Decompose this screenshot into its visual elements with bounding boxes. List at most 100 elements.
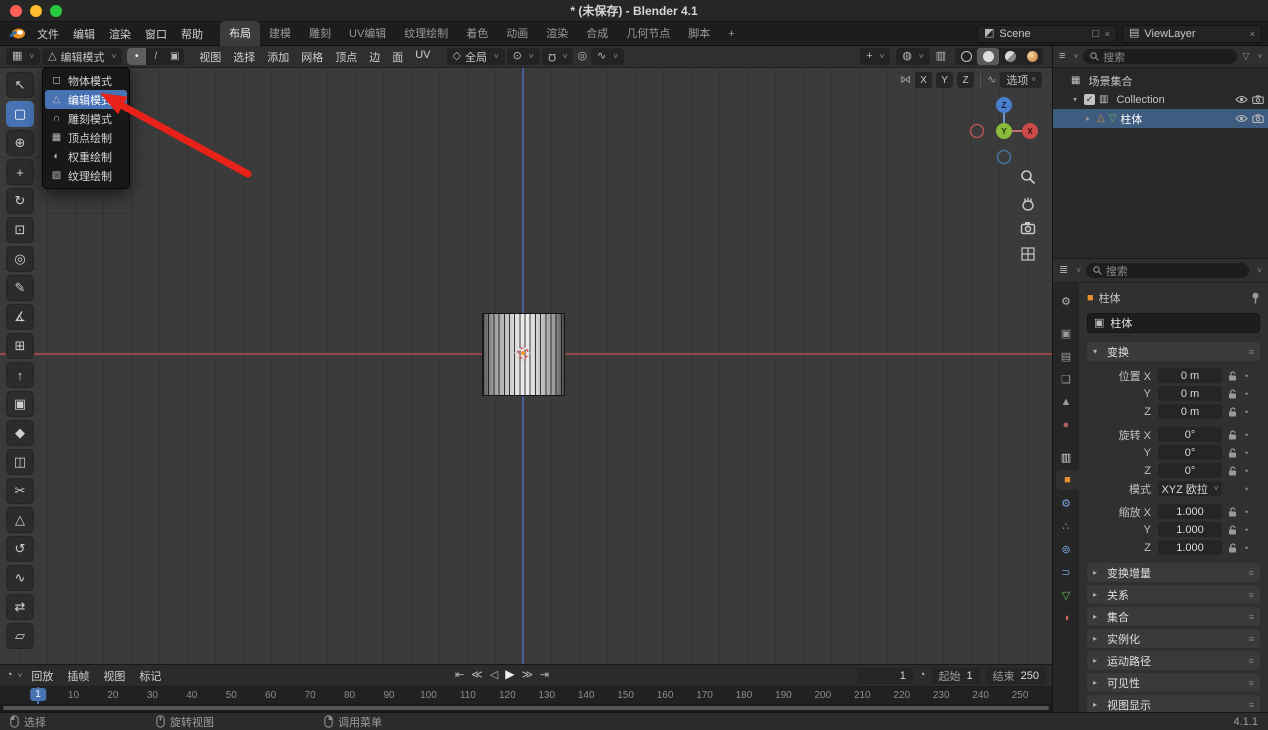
viewport-menu-item[interactable]: 网格 (295, 47, 329, 67)
properties-tab[interactable]: ● (1053, 415, 1079, 435)
lock-icon[interactable] (1228, 506, 1237, 517)
material-shading-button[interactable] (999, 48, 1021, 65)
mode-menu-item[interactable]: ∩ 雕刻模式 (43, 109, 129, 128)
collection-checkbox[interactable]: ✓ (1084, 94, 1095, 105)
viewport-canvas[interactable]: ↖ ▢ ⊕ + ↻ ⊡ ◎ ✎ ∡ ⊞ ↑ ▣ ◆ ◫ ✂ △ ↺ ∿ ⇄ ▱ ⋈ X Y Z ∿ 选项 ˅ Z (0, 68, 1052, 664)
panel-grip-icon[interactable]: ≡ (1249, 568, 1254, 578)
frame-end-field[interactable]: 结束 250 (985, 667, 1046, 684)
falloff-selector[interactable]: ∿ ˅ (591, 48, 624, 65)
tool-button[interactable]: △ (6, 507, 34, 533)
animate-decorator-icon[interactable]: • (1245, 371, 1248, 381)
animate-decorator-icon[interactable]: • (1245, 448, 1248, 458)
properties-tab[interactable]: ⊃ (1053, 562, 1079, 582)
lock-icon[interactable] (1228, 370, 1237, 381)
animate-decorator-icon[interactable]: • (1245, 525, 1248, 535)
mirror-y-button[interactable]: Y (936, 72, 954, 88)
pan-hand-button[interactable] (1019, 194, 1037, 212)
workspace-tab[interactable]: 着色 (457, 21, 497, 46)
transform-value-field[interactable]: 0 m ˅ (1158, 386, 1222, 401)
vertex-select-button[interactable]: • (127, 48, 147, 65)
properties-tab[interactable]: ▽ (1053, 585, 1079, 605)
snap-selector[interactable]: Ω ˅ (541, 48, 574, 65)
lock-icon[interactable] (1228, 524, 1237, 535)
timeline-menu-item[interactable]: 标记 (132, 666, 168, 686)
frame-start-field[interactable]: 起始 1 (931, 667, 980, 684)
properties-tab[interactable]: ⚙ (1053, 493, 1079, 513)
tool-button[interactable]: ▢ (6, 101, 34, 127)
tool-button[interactable]: ◎ (6, 246, 34, 272)
properties-tab[interactable]: ⊚ (1053, 539, 1079, 559)
transform-value-field[interactable]: 0° ˅ (1158, 427, 1222, 442)
properties-tab[interactable]: ∴ (1053, 516, 1079, 536)
properties-tab[interactable]: ▤ (1053, 346, 1079, 366)
animate-decorator-icon[interactable]: • (1245, 407, 1248, 417)
panel-grip-icon[interactable]: ≡ (1249, 347, 1254, 357)
tool-button[interactable]: ◫ (6, 449, 34, 475)
mirror-x-button[interactable]: X (915, 72, 933, 88)
object-name-field[interactable]: ▣ 柱体 (1087, 313, 1260, 333)
workspace-tab[interactable]: 布局 (220, 20, 260, 46)
workspace-tab[interactable]: UV编辑 (340, 21, 395, 46)
current-frame-field[interactable]: 1 (856, 667, 913, 684)
breadcrumb-object-name[interactable]: 柱体 (1099, 290, 1121, 306)
expand-icon[interactable]: ▸ (1083, 114, 1093, 123)
viewport-menu-item[interactable]: 面 (386, 47, 409, 67)
viewport-menu-item[interactable]: 添加 (261, 47, 295, 67)
outliner-search-input[interactable]: 搜索 (1083, 49, 1238, 64)
animate-decorator-icon[interactable]: • (1245, 466, 1248, 476)
collapsed-panel-header[interactable]: ▸ 运动路径 ≡ (1087, 651, 1260, 670)
blender-logo-icon[interactable] (8, 27, 26, 40)
tool-button[interactable]: ⇄ (6, 594, 34, 620)
prev-keyframe-button[interactable]: ≪ (471, 668, 483, 681)
timeline-menu-item[interactable]: 回放 (24, 666, 60, 686)
animate-decorator-icon[interactable]: • (1245, 484, 1248, 494)
mode-menu-item[interactable]: ▨ 纹理绘制 (43, 166, 129, 185)
properties-tab[interactable]: ▲ (1053, 392, 1079, 412)
mode-selector[interactable]: △ 编辑模式 ˅ (42, 48, 123, 65)
gizmo-x-neg-axis[interactable] (969, 123, 985, 139)
collapsed-panel-header[interactable]: ▸ 变换增量 ≡ (1087, 563, 1260, 582)
tool-button[interactable]: ✎ (6, 275, 34, 301)
viewport-menu-item[interactable]: UV (409, 47, 436, 67)
transform-value-field[interactable]: 0° ˅ (1158, 445, 1222, 460)
viewlayer-selector[interactable]: ▤ ViewLayer × (1122, 24, 1262, 43)
orientation-selector[interactable]: ◇ 全局 ˅ (446, 48, 505, 65)
transform-value-field[interactable]: 0 m ˅ (1158, 368, 1222, 383)
collapsed-panel-header[interactable]: ▸ 视图显示 ≡ (1087, 695, 1260, 712)
animate-decorator-icon[interactable]: • (1245, 507, 1248, 517)
tool-button[interactable]: ▣ (6, 391, 34, 417)
transform-value-field[interactable]: 1.000 ˅ (1158, 522, 1222, 537)
hide-eye-icon[interactable] (1235, 114, 1248, 123)
mode-menu-item[interactable]: ▦ 顶点绘制 (43, 128, 129, 147)
hide-eye-icon[interactable] (1235, 95, 1248, 104)
filter-icon[interactable]: ▽ (1242, 52, 1249, 61)
play-button[interactable]: ▶ (505, 667, 514, 681)
viewport-menu-item[interactable]: 选择 (227, 47, 261, 67)
menu-item[interactable]: 帮助 (174, 24, 210, 44)
jump-to-start-button[interactable]: ⇤ (455, 668, 464, 681)
workspace-tab[interactable]: 动画 (497, 21, 537, 46)
tool-button[interactable]: ✂ (6, 478, 34, 504)
lock-icon[interactable] (1228, 388, 1237, 399)
properties-tab[interactable]: ❏ (1053, 369, 1079, 389)
tool-button[interactable]: ⊡ (6, 217, 34, 243)
xray-toggle-icon[interactable]: ▥ (936, 51, 946, 62)
transform-value-field[interactable]: 0° ˅ (1158, 463, 1222, 478)
workspace-tab[interactable]: 建模 (260, 21, 300, 46)
ortho-grid-button[interactable] (1019, 245, 1037, 263)
collapsed-panel-header[interactable]: ▸ 集合 ≡ (1087, 607, 1260, 626)
navigation-gizmo[interactable]: Z X Y (966, 93, 1042, 169)
new-scene-icon[interactable]: ▢ (1091, 28, 1100, 39)
collapsed-panel-header[interactable]: ▸ 可见性 ≡ (1087, 673, 1260, 692)
lock-icon[interactable] (1228, 465, 1237, 476)
lock-icon[interactable] (1228, 406, 1237, 417)
outliner-row[interactable]: ▾ ✓ ▥ Collection (1053, 90, 1268, 109)
mode-menu-item[interactable]: ◐ 权重绘制 (43, 147, 129, 166)
unlink-scene-icon[interactable]: × (1105, 29, 1110, 39)
tool-button[interactable]: ↑ (6, 362, 34, 388)
lock-icon[interactable] (1228, 542, 1237, 553)
transform-value-field[interactable]: 0 m ˅ (1158, 404, 1222, 419)
panel-grip-icon[interactable]: ≡ (1249, 656, 1254, 666)
face-select-button[interactable]: ▣ (165, 48, 184, 65)
timeline-menu-item[interactable]: 视图 (96, 666, 132, 686)
